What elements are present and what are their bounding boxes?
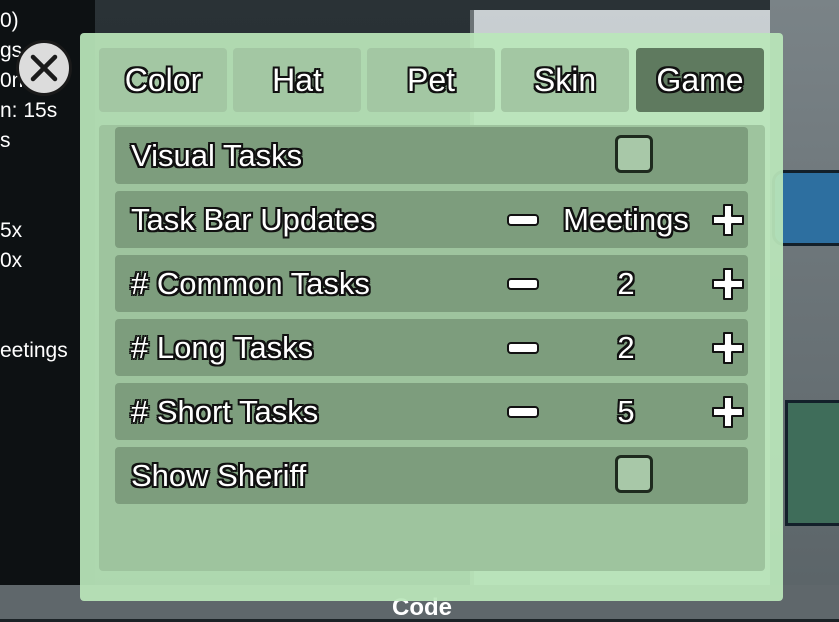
- show-sheriff-checkbox[interactable]: [615, 455, 653, 493]
- short-tasks-increase-button[interactable]: [710, 383, 746, 440]
- common-tasks-increase-button[interactable]: [710, 255, 746, 312]
- close-button[interactable]: [16, 40, 72, 96]
- common-tasks-decrease-button[interactable]: [505, 255, 541, 312]
- plus-icon: [712, 331, 744, 364]
- tab-skin[interactable]: Skin: [501, 48, 629, 112]
- setting-label: Task Bar Updates: [131, 202, 376, 237]
- tab-hat[interactable]: Hat: [233, 48, 361, 112]
- minus-icon: [507, 213, 539, 226]
- setting-label: # Long Tasks: [131, 330, 314, 365]
- minus-icon: [507, 405, 539, 418]
- plus-icon: [712, 267, 744, 300]
- setting-row-short-tasks: # Short Tasks 5: [115, 383, 748, 440]
- short-tasks-decrease-button[interactable]: [505, 383, 541, 440]
- tab-label: Color: [124, 61, 202, 98]
- setting-row-task-bar-updates: Task Bar Updates Meetings: [115, 191, 748, 248]
- setting-row-show-sheriff: Show Sheriff: [115, 447, 748, 504]
- long-tasks-increase-button[interactable]: [710, 319, 746, 376]
- customize-panel: Color Hat Pet Skin Game Visual Tasks Tas…: [80, 33, 783, 601]
- tab-label: Skin: [533, 61, 597, 98]
- summary-line: 0): [0, 9, 19, 32]
- tab-game[interactable]: Game: [636, 48, 764, 112]
- tab-label: Hat: [272, 61, 322, 98]
- minus-icon: [507, 341, 539, 354]
- task-bar-updates-value: Meetings: [563, 202, 689, 237]
- setting-label: Show Sheriff: [131, 458, 307, 493]
- tab-pet[interactable]: Pet: [367, 48, 495, 112]
- setting-row-visual-tasks: Visual Tasks: [115, 127, 748, 184]
- background-crate: [785, 400, 839, 526]
- setting-row-long-tasks: # Long Tasks 2: [115, 319, 748, 376]
- task-bar-updates-increase-button[interactable]: [710, 191, 746, 248]
- game-settings-list: Visual Tasks Task Bar Updates Meetings #…: [99, 125, 765, 571]
- setting-label: Visual Tasks: [131, 138, 303, 173]
- tab-label: Pet: [406, 61, 456, 98]
- tab-label: Game: [656, 61, 744, 98]
- short-tasks-value: 5: [617, 394, 635, 429]
- plus-icon: [712, 203, 744, 236]
- setting-label: # Short Tasks: [131, 394, 319, 429]
- visual-tasks-checkbox[interactable]: [615, 135, 653, 173]
- setting-row-common-tasks: # Common Tasks 2: [115, 255, 748, 312]
- minus-icon: [507, 277, 539, 290]
- plus-icon: [712, 395, 744, 428]
- long-tasks-decrease-button[interactable]: [505, 319, 541, 376]
- common-tasks-value: 2: [617, 266, 635, 301]
- task-bar-updates-decrease-button[interactable]: [505, 191, 541, 248]
- tab-color[interactable]: Color: [99, 48, 227, 112]
- long-tasks-value: 2: [617, 330, 635, 365]
- setting-label: # Common Tasks: [131, 266, 370, 301]
- close-icon: [30, 54, 58, 82]
